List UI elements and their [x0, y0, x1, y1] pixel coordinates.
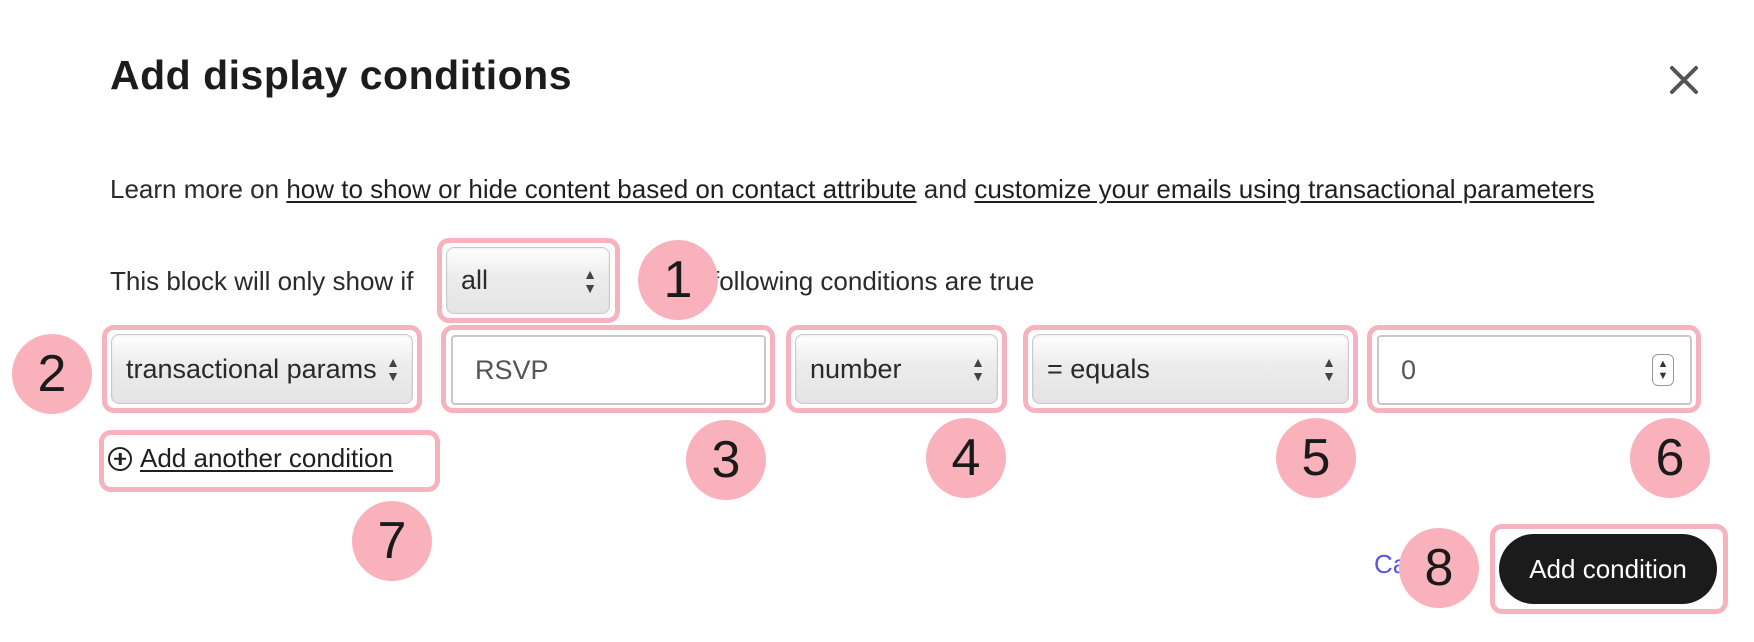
add-another-condition-link[interactable]: Add another condition — [108, 443, 393, 474]
annotation-badge-2: 2 — [12, 334, 92, 414]
select-arrows-icon: ▲ ▼ — [386, 354, 400, 384]
add-another-condition-label: Add another condition — [140, 443, 393, 473]
plus-circle-icon — [108, 446, 132, 471]
value-number-value: 0 — [1401, 354, 1417, 385]
annotation-badge-7: 7 — [352, 501, 432, 581]
transactional-parameters-help-link[interactable]: customize your emails using transactiona… — [974, 174, 1594, 204]
contact-attribute-help-link[interactable]: how to show or hide content based on con… — [286, 174, 916, 204]
number-stepper-icon[interactable]: ▲ ▼ — [1652, 354, 1674, 386]
annotation-badge-5: 5 — [1276, 418, 1356, 498]
learn-more-prefix: Learn more on — [110, 174, 287, 204]
annotation-badge-8: 8 — [1399, 528, 1479, 608]
select-arrows-icon: ▲ ▼ — [1322, 354, 1336, 384]
annotation-badge-4: 4 — [926, 418, 1006, 498]
annotation-badge-1: 1 — [638, 240, 718, 320]
parameter-name-input[interactable]: RSVP — [451, 335, 766, 405]
type-select[interactable]: number ▲ ▼ — [795, 334, 998, 404]
parameter-name-value: RSVP — [475, 354, 549, 385]
close-icon[interactable] — [1664, 60, 1704, 100]
add-condition-button[interactable]: Add condition — [1499, 534, 1717, 604]
modal-title: Add display conditions — [110, 52, 573, 98]
learn-more-and: and — [916, 174, 975, 204]
close-button[interactable] — [1664, 60, 1704, 100]
select-arrows-icon: ▲ ▼ — [583, 265, 597, 296]
select-arrows-icon: ▲ ▼ — [971, 354, 985, 384]
source-select-value: transactional params — [126, 353, 377, 384]
type-select-value: number — [810, 353, 902, 384]
learn-more-text: Learn more on how to show or hide conten… — [110, 174, 1594, 205]
match-select[interactable]: all ▲ ▼ — [446, 247, 610, 314]
annotation-badge-6: 6 — [1630, 418, 1710, 498]
rule-suffix: following conditions are true — [712, 266, 1035, 296]
annotation-badge-3: 3 — [686, 420, 766, 500]
match-select-value: all — [461, 265, 489, 295]
source-select[interactable]: transactional params ▲ ▼ — [111, 334, 413, 404]
operator-select-value: = equals — [1047, 353, 1150, 384]
rule-prefix: This block will only show if — [110, 266, 414, 296]
value-number-input[interactable]: 0 ▲ ▼ — [1377, 335, 1692, 405]
operator-select[interactable]: = equals ▲ ▼ — [1032, 334, 1349, 404]
